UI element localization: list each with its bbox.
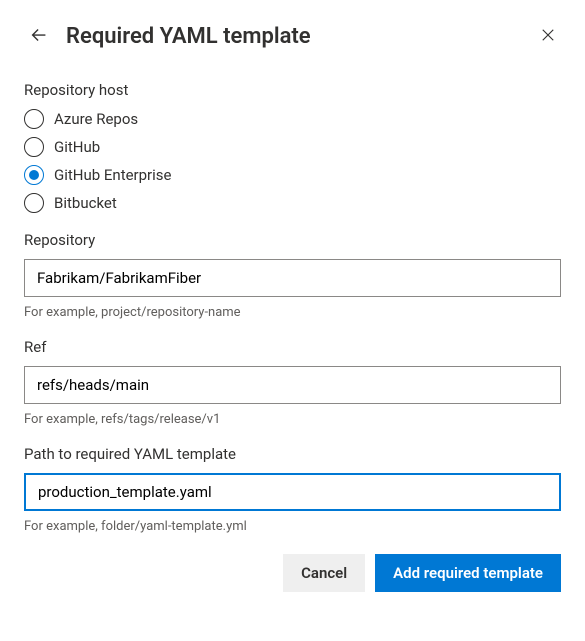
radio-label: Bitbucket	[54, 194, 117, 212]
ref-input[interactable]	[24, 366, 561, 404]
radio-label: GitHub	[54, 138, 100, 156]
radio-icon	[24, 137, 44, 157]
path-label: Path to required YAML template	[24, 445, 561, 463]
path-field-group: Path to required YAML template For examp…	[24, 445, 561, 534]
cancel-button[interactable]: Cancel	[283, 554, 365, 592]
dialog-header: Required YAML template	[24, 20, 561, 53]
ref-help-text: For example, refs/tags/release/v1	[24, 412, 561, 427]
radio-icon	[24, 109, 44, 129]
dialog-footer: Cancel Add required template	[24, 554, 561, 592]
back-button[interactable]	[24, 20, 54, 53]
repository-host-label: Repository host	[24, 81, 561, 99]
ref-field-group: Ref For example, refs/tags/release/v1	[24, 338, 561, 427]
radio-icon	[24, 165, 44, 185]
repository-input[interactable]	[24, 259, 561, 297]
radio-option-azure-repos[interactable]: Azure Repos	[24, 109, 561, 129]
repository-help-text: For example, project/repository-name	[24, 305, 561, 320]
close-button[interactable]	[535, 22, 561, 51]
repository-host-radio-group: Azure Repos GitHub GitHub Enterprise Bit…	[24, 109, 561, 213]
repository-label: Repository	[24, 231, 561, 249]
close-icon	[539, 26, 557, 47]
dialog-title: Required YAML template	[66, 24, 535, 49]
radio-option-github-enterprise[interactable]: GitHub Enterprise	[24, 165, 561, 185]
radio-option-github[interactable]: GitHub	[24, 137, 561, 157]
arrow-left-icon	[28, 24, 50, 49]
radio-option-bitbucket[interactable]: Bitbucket	[24, 193, 561, 213]
repository-field-group: Repository For example, project/reposito…	[24, 231, 561, 320]
path-input[interactable]	[24, 473, 561, 511]
radio-label: GitHub Enterprise	[54, 166, 172, 184]
add-required-template-button[interactable]: Add required template	[375, 554, 561, 592]
path-help-text: For example, folder/yaml-template.yml	[24, 519, 561, 534]
radio-icon	[24, 193, 44, 213]
radio-label: Azure Repos	[54, 110, 138, 128]
ref-label: Ref	[24, 338, 561, 356]
